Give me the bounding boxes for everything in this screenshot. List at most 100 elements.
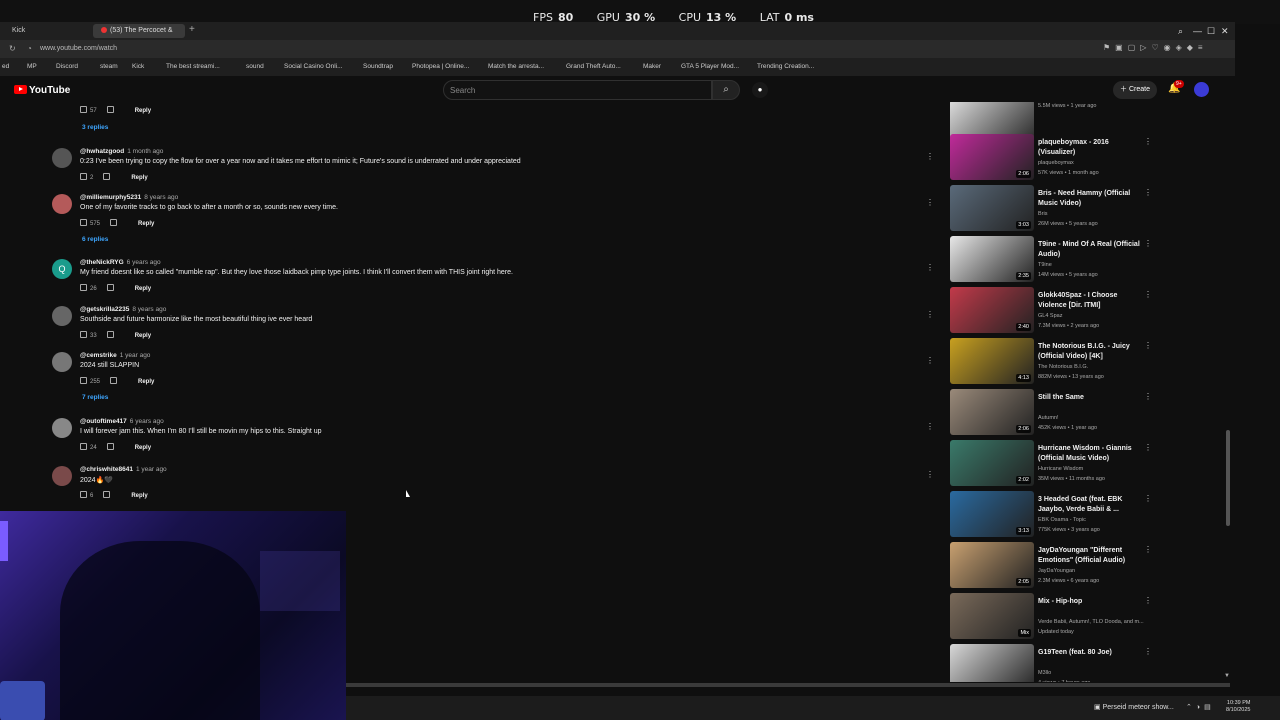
video-title[interactable]: 3 Headed Goat (feat. EBK Jaaybo, Verde B… [1038,495,1143,515]
like-icon[interactable] [80,443,87,450]
comment-menu-icon[interactable]: ⋮ [926,152,934,161]
commenter-avatar[interactable] [52,194,72,214]
video-thumbnail[interactable]: 2:40 [950,287,1034,333]
video-title[interactable]: Still the Same [1038,393,1143,403]
comment-time[interactable]: 8 years ago [132,306,166,313]
video-thumbnail[interactable]: 2:35 [950,236,1034,282]
maximize-icon[interactable]: ☐ [1207,26,1215,37]
video-title[interactable]: The Notorious B.I.G. - Juicy (Official V… [1038,342,1143,362]
dislike-icon[interactable] [110,219,118,226]
comment-time[interactable]: 6 years ago [130,418,164,425]
video-menu-icon[interactable]: ⋮ [1144,239,1152,248]
comment-time[interactable]: 1 year ago [136,466,167,473]
like-icon[interactable] [80,331,87,338]
video-menu-icon[interactable]: ⋮ [1144,341,1152,350]
video-menu-icon[interactable]: ⋮ [1144,443,1152,452]
video-thumbnail[interactable]: 2:05 [950,542,1034,588]
video-title[interactable]: T9ine - Mind Of A Real (Official Audio) [1038,240,1143,260]
commenter-avatar[interactable] [52,418,72,438]
like-icon[interactable] [80,173,87,180]
view-replies-button[interactable]: 6 replies [82,236,108,243]
comment-author[interactable]: @cemstrike [80,352,117,359]
commenter-avatar[interactable] [52,352,72,372]
video-channel[interactable]: EBK Osama - Topic [1038,517,1086,523]
bookmark-item[interactable]: Trending Creation... [757,63,814,70]
video-channel[interactable]: Autumn! [1038,415,1058,421]
commenter-avatar[interactable] [52,306,72,326]
site-info-icon[interactable]: ◔ [27,44,32,53]
media-widget[interactable]: ▣ Perseid meteor show... [1094,703,1174,711]
bookmark-item[interactable]: Kick [132,63,144,70]
like-icon[interactable] [80,219,87,226]
comment-menu-icon[interactable]: ⋮ [926,470,934,479]
comment-time[interactable]: 6 years ago [127,259,161,266]
video-menu-icon[interactable]: ⋮ [1144,188,1152,197]
video-thumbnail[interactable]: 4:13 [950,338,1034,384]
extension-icons[interactable]: ⚑▣▢▷♡◉◈◆≡ [1103,43,1208,52]
reply-button[interactable]: Reply [131,175,147,181]
tab-youtube-active[interactable]: (53) The Percocet & [93,24,185,38]
comment-author[interactable]: @outoftime417 [80,418,127,425]
dislike-icon[interactable] [106,443,114,450]
dislike-icon[interactable] [103,491,111,498]
reply-button[interactable]: Reply [138,221,154,227]
video-title[interactable]: Bris - Need Hammy (Official Music Video) [1038,189,1143,209]
bookmark-item[interactable]: Grand Theft Auto... [566,63,621,70]
reply-button[interactable]: Reply [135,445,151,451]
like-icon[interactable] [80,284,87,291]
page-scrollbar[interactable] [1226,430,1230,526]
video-channel[interactable]: JayDaYoungan [1038,568,1075,574]
comment-menu-icon[interactable]: ⋮ [926,263,934,272]
search-tabs-icon[interactable]: ⌕ [1178,26,1183,37]
reply-button[interactable]: Reply [138,379,154,385]
video-thumbnail[interactable]: 2:06 [950,134,1034,180]
video-menu-icon[interactable]: ⋮ [1144,494,1152,503]
video-title[interactable]: plaqueboymax - 2016 (Visualizer) [1038,138,1143,158]
minimize-icon[interactable]: — [1193,26,1202,36]
bookmark-item[interactable]: steam [100,63,118,70]
comment-author[interactable]: @getskrilla2235 [80,306,129,313]
video-thumbnail[interactable] [950,644,1034,682]
bookmark-item[interactable]: Discord [56,63,78,70]
video-menu-icon[interactable]: ⋮ [1144,290,1152,299]
view-replies-button[interactable]: 7 replies [82,394,108,401]
comment-author[interactable]: @milliemurphy5231 [80,194,141,201]
video-title[interactable]: G19Teen (feat. 80 Joe) [1038,648,1143,658]
video-title[interactable]: Hurricane Wisdom - Giannis (Official Mus… [1038,444,1143,464]
bookmark-item[interactable]: sound [246,63,264,70]
search-input[interactable]: Search [443,80,712,100]
commenter-avatar[interactable] [52,466,72,486]
account-avatar[interactable] [1194,82,1209,97]
video-channel[interactable]: M3llo [1038,670,1051,676]
bookmark-item[interactable]: ed [2,63,9,70]
bookmark-item[interactable]: Match the arresta... [488,63,544,70]
view-replies-button[interactable]: 3 replies [82,124,108,131]
tab-kick[interactable]: Kick [4,24,33,38]
bookmark-item[interactable]: Maker [643,63,661,70]
video-menu-icon[interactable]: ⋮ [1144,392,1152,401]
comment-time[interactable]: 8 years ago [144,194,178,201]
bookmark-item[interactable]: GTA 5 Player Mod... [681,63,739,70]
video-channel[interactable]: T9ine [1038,262,1052,268]
comment-time[interactable]: 1 month ago [127,148,163,155]
scroll-down-icon[interactable]: ▼ [1224,673,1230,679]
reply-button[interactable]: Reply [135,108,151,114]
video-channel[interactable]: Verde Babii, Autumn!, TLO Dooda, and m..… [1038,619,1144,625]
bookmark-item[interactable]: The best streami... [166,63,220,70]
video-channel[interactable]: GL4 Spaz [1038,313,1062,319]
dislike-icon[interactable] [106,284,114,291]
comment-time[interactable]: 1 year ago [120,352,151,359]
comment-author[interactable]: @chriswhite8641 [80,466,133,473]
create-button[interactable]: ＋ Create [1113,81,1157,99]
dislike-icon[interactable] [106,331,114,338]
new-tab-button[interactable]: + [189,24,195,35]
comment-menu-icon[interactable]: ⋮ [926,310,934,319]
reply-button[interactable]: Reply [135,286,151,292]
youtube-logo[interactable]: YouTube [14,85,70,96]
commenter-avatar[interactable] [52,148,72,168]
comment-menu-icon[interactable]: ⋮ [926,198,934,207]
reply-button[interactable]: Reply [135,333,151,339]
video-title[interactable]: Mix - Hip-hop [1038,597,1143,607]
bookmark-item[interactable]: MP [27,63,37,70]
video-channel[interactable]: The Notorious B.I.G. [1038,364,1088,370]
